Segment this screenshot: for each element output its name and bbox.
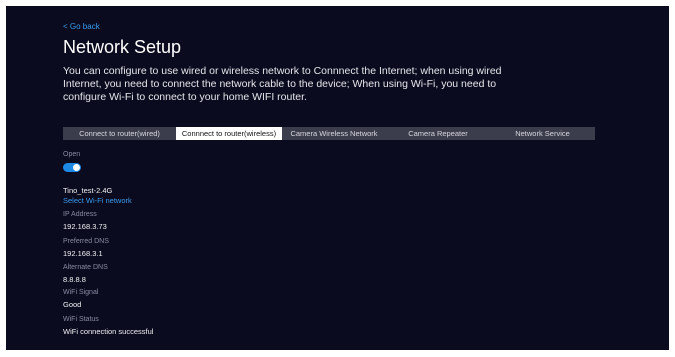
network-name: Tino_test-2.4G bbox=[63, 186, 113, 195]
page-description: You can configure to use wired or wirele… bbox=[63, 65, 502, 103]
open-label: Open bbox=[63, 151, 81, 158]
network-tabs: Connect to router(wired) Connnect to rou… bbox=[63, 127, 595, 140]
tab-camera-repeater[interactable]: Camera Repeater bbox=[386, 127, 490, 140]
tab-network-service[interactable]: Network Service bbox=[490, 127, 595, 140]
go-back-link[interactable]: < Go back bbox=[63, 22, 100, 31]
wifi-open-toggle[interactable] bbox=[63, 163, 81, 172]
wifi-signal-label: WiFi Signal bbox=[63, 289, 99, 296]
preferred-dns-value: 192.168.3.1 bbox=[63, 249, 103, 258]
tab-camera-wireless-network[interactable]: Camera Wireless Network bbox=[282, 127, 386, 140]
toggle-knob bbox=[73, 164, 80, 171]
wifi-status-label: WiFi Status bbox=[63, 316, 99, 323]
wifi-status-value: WiFi connection successful bbox=[63, 327, 154, 336]
tab-wireless[interactable]: Connnect to router(wireless) bbox=[176, 127, 282, 140]
page-title: Network Setup bbox=[63, 37, 182, 57]
preferred-dns-label: Preferred DNS bbox=[63, 238, 109, 245]
wifi-signal-value: Good bbox=[63, 300, 82, 309]
ip-address-label: IP Address bbox=[63, 211, 97, 218]
network-setup-screen: < Go back Network Setup You can configur… bbox=[6, 6, 669, 350]
select-wifi-network-link[interactable]: Select Wi-Fi network bbox=[63, 196, 132, 205]
tab-wired[interactable]: Connect to router(wired) bbox=[63, 127, 176, 140]
alternate-dns-value: 8.8.8.8 bbox=[63, 275, 86, 284]
ip-address-value: 192.168.3.73 bbox=[63, 222, 107, 231]
alternate-dns-label: Alternate DNS bbox=[63, 264, 108, 271]
